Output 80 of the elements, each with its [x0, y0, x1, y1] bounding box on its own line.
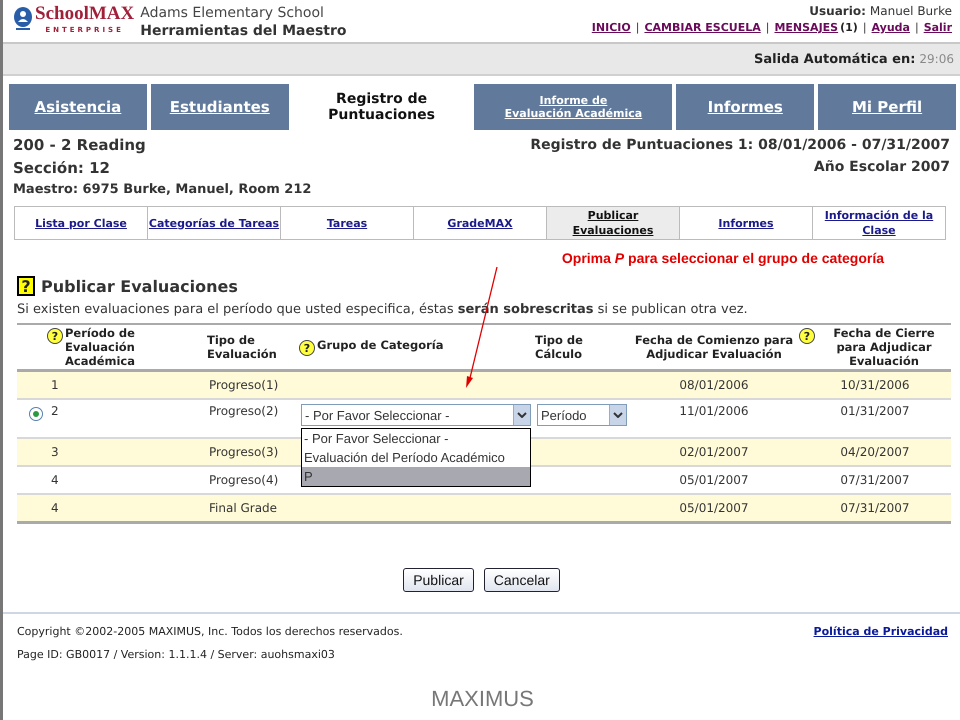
- gradebook-period: Registro de Puntuaciones 1: 08/01/2006 - 07/31/2007: [530, 136, 950, 155]
- nav-separator: |: [766, 21, 770, 34]
- table-cell: 1: [51, 378, 59, 392]
- section-title: Publicar Evaluaciones: [41, 276, 238, 296]
- column-header: Fecha de Comienzo para Adjudicar Evaluación: [634, 333, 794, 361]
- main-tab[interactable]: Asistencia: [9, 84, 147, 130]
- caret-icon: [609, 405, 626, 425]
- radio-button[interactable]: [29, 407, 43, 421]
- annotation-text: Oprima P para seleccionar el grupo de categoría: [562, 250, 884, 268]
- nav-link[interactable]: CAMBIAR ESCUELA: [644, 21, 761, 34]
- help-icon[interactable]: ?: [47, 328, 63, 344]
- table-cell: 11/01/2006: [679, 404, 749, 418]
- table-cell: 10/31/2006: [840, 378, 910, 392]
- user-name: Manuel Burke: [870, 4, 952, 18]
- privacy-link[interactable]: Política de Privacidad: [814, 625, 948, 638]
- app-title: Herramientas del Maestro: [140, 22, 347, 40]
- publish-button[interactable]: Publicar: [403, 568, 474, 592]
- column-header: Grupo de Categoría: [317, 338, 444, 352]
- autologout-timer: 29:06: [919, 52, 954, 66]
- table-cell: 05/01/2007: [679, 473, 749, 487]
- school-year: Año Escolar 2007: [814, 158, 950, 177]
- sub-tab[interactable]: Información de la Clase: [813, 207, 945, 239]
- sub-tab[interactable]: Categorías de Tareas: [148, 207, 281, 239]
- nav-separator: |: [862, 21, 867, 34]
- table-cell: 07/31/2007: [840, 501, 910, 515]
- table-cell: Progreso(1): [209, 378, 278, 392]
- category-select[interactable]: - Por Favor Seleccionar -: [301, 404, 531, 426]
- main-tab[interactable]: Informes: [676, 84, 814, 130]
- table-cell: 01/31/2007: [840, 404, 910, 418]
- course-title: 200 - 2 Reading: [13, 135, 147, 156]
- column-header: Período de Evaluación Académica: [65, 326, 136, 368]
- column-header: Tipo de Evaluación: [207, 333, 278, 361]
- table-cell: Progreso(2): [209, 404, 278, 418]
- table-cell: 08/01/2006: [679, 378, 749, 392]
- help-icon[interactable]: ?: [799, 328, 815, 344]
- table-cell: 04/20/2007: [840, 445, 910, 459]
- autologout-label: Salida Automática en:: [754, 52, 916, 66]
- table-cell: 2: [51, 404, 59, 418]
- cancel-button[interactable]: Cancelar: [484, 568, 560, 592]
- table-cell: Progreso(4): [209, 473, 278, 487]
- column-header: Fecha de Cierre para Adjudicar Evaluación: [832, 326, 936, 368]
- table-cell: 02/01/2007: [679, 445, 749, 459]
- sub-tab[interactable]: Tareas: [281, 207, 414, 239]
- copyright-text: Copyright ©2002-2005 MAXIMUS, Inc. Todos los derechos reservados.: [17, 625, 403, 638]
- nav-link[interactable]: Ayuda: [872, 21, 910, 34]
- nav-separator: |: [636, 21, 640, 34]
- dropdown-option[interactable]: P: [302, 467, 530, 486]
- footer-logo: MAXIMUS: [431, 686, 534, 712]
- table-cell: 07/31/2007: [840, 473, 910, 487]
- table-cell: 4: [51, 473, 59, 487]
- table-cell: 05/01/2007: [679, 501, 749, 515]
- main-tab[interactable]: Mi Perfil: [818, 84, 956, 130]
- main-tab[interactable]: Estudiantes: [150, 84, 289, 130]
- calculation-select[interactable]: Período: [537, 404, 627, 426]
- school-name: Adams Elementary School: [140, 4, 325, 22]
- table-cell: Progreso(3): [209, 445, 278, 459]
- page-info: Page ID: GB0017 / Version: 1.1.1.4 / Server: auohsmaxi03: [17, 648, 335, 661]
- nav-link[interactable]: Salir: [924, 21, 952, 34]
- teacher-label: Maestro: 6975 Burke, Manuel, Room 212: [13, 181, 312, 199]
- section-label: Sección: 12: [13, 158, 111, 179]
- table-cell: 4: [51, 501, 59, 515]
- sub-tab[interactable]: Publicar Evaluaciones: [547, 207, 680, 239]
- logo-wordmark: SchoolMAX: [35, 4, 134, 24]
- help-icon[interactable]: ?: [299, 340, 315, 356]
- sub-tab[interactable]: Informes: [680, 207, 813, 239]
- table-cell: Final Grade: [209, 501, 278, 515]
- nav-separator: |: [914, 21, 919, 34]
- nav-link[interactable]: INICIO: [592, 21, 631, 34]
- message-count: (1): [840, 21, 858, 34]
- caret-icon: [513, 405, 530, 425]
- sub-tab[interactable]: Lista por Clase: [15, 207, 148, 239]
- main-tab[interactable]: Informe de Evaluación Académica: [474, 84, 672, 130]
- help-icon[interactable]: ?: [17, 276, 35, 296]
- table-cell: 3: [51, 445, 59, 459]
- nav-link[interactable]: MENSAJES: [774, 21, 838, 34]
- dropdown-option[interactable]: - Por Favor Seleccionar -: [302, 429, 530, 448]
- logo-icon: [13, 6, 33, 30]
- user-label: Usuario:: [809, 4, 866, 18]
- dropdown-option[interactable]: Evaluación del Período Académico: [302, 448, 530, 467]
- column-header: Tipo de Cálculo: [535, 333, 584, 361]
